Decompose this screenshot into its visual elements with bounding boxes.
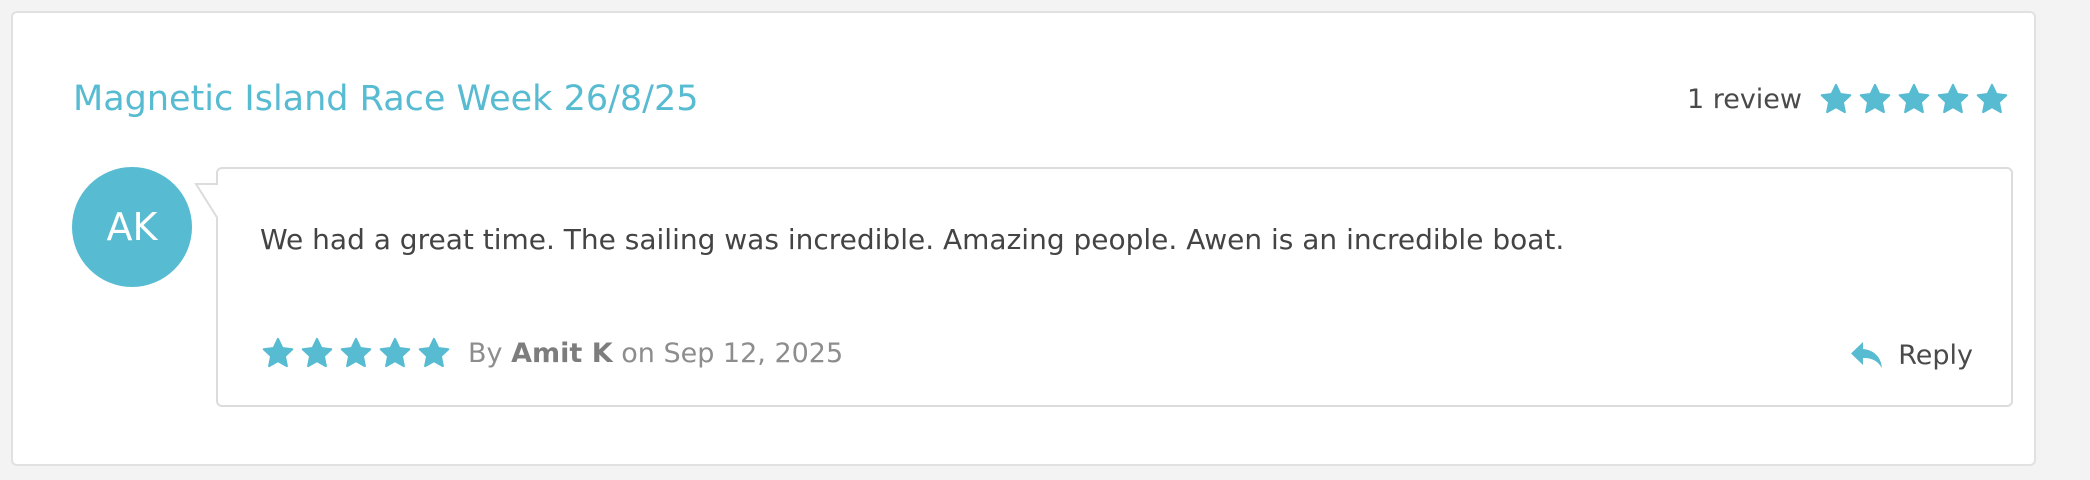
review-count[interactable]: 1 review — [1687, 84, 1802, 115]
avatar: AK — [72, 167, 192, 287]
review-author: Amit K — [511, 337, 613, 369]
review-meta: By Amit K on Sep 12, 2025 — [260, 333, 843, 373]
reply-button[interactable]: Reply — [1850, 335, 1973, 375]
star-icon — [262, 337, 294, 368]
star-icon — [1976, 83, 2008, 114]
reply-label: Reply — [1898, 339, 1973, 371]
star-icon — [1820, 83, 1852, 114]
date-prefix: on — [621, 337, 655, 369]
star-icon — [1937, 83, 1969, 114]
star-icon — [379, 337, 411, 368]
review-bubble: We had a great time. The sailing was inc… — [194, 167, 2013, 407]
avatar-initials: AK — [106, 205, 158, 249]
star-icon — [1859, 83, 1891, 114]
review-card: Magnetic Island Race Week 26/8/25 1 revi… — [11, 11, 2036, 466]
review-byline: By Amit K on Sep 12, 2025 — [468, 338, 843, 369]
review-rating-stars — [260, 335, 452, 371]
bubble-tail — [190, 183, 218, 223]
review-date: Sep 12, 2025 — [663, 337, 844, 369]
event-title[interactable]: Magnetic Island Race Week 26/8/25 — [73, 77, 699, 121]
by-prefix: By — [468, 337, 503, 369]
review-text: We had a great time. The sailing was inc… — [260, 223, 1565, 256]
overall-rating-stars — [1818, 81, 2010, 117]
star-icon — [340, 337, 372, 368]
star-icon — [1898, 83, 1930, 114]
star-icon — [418, 337, 450, 368]
reply-icon — [1851, 342, 1883, 368]
rating-summary: 1 review — [1687, 79, 2010, 119]
star-icon — [301, 337, 333, 368]
